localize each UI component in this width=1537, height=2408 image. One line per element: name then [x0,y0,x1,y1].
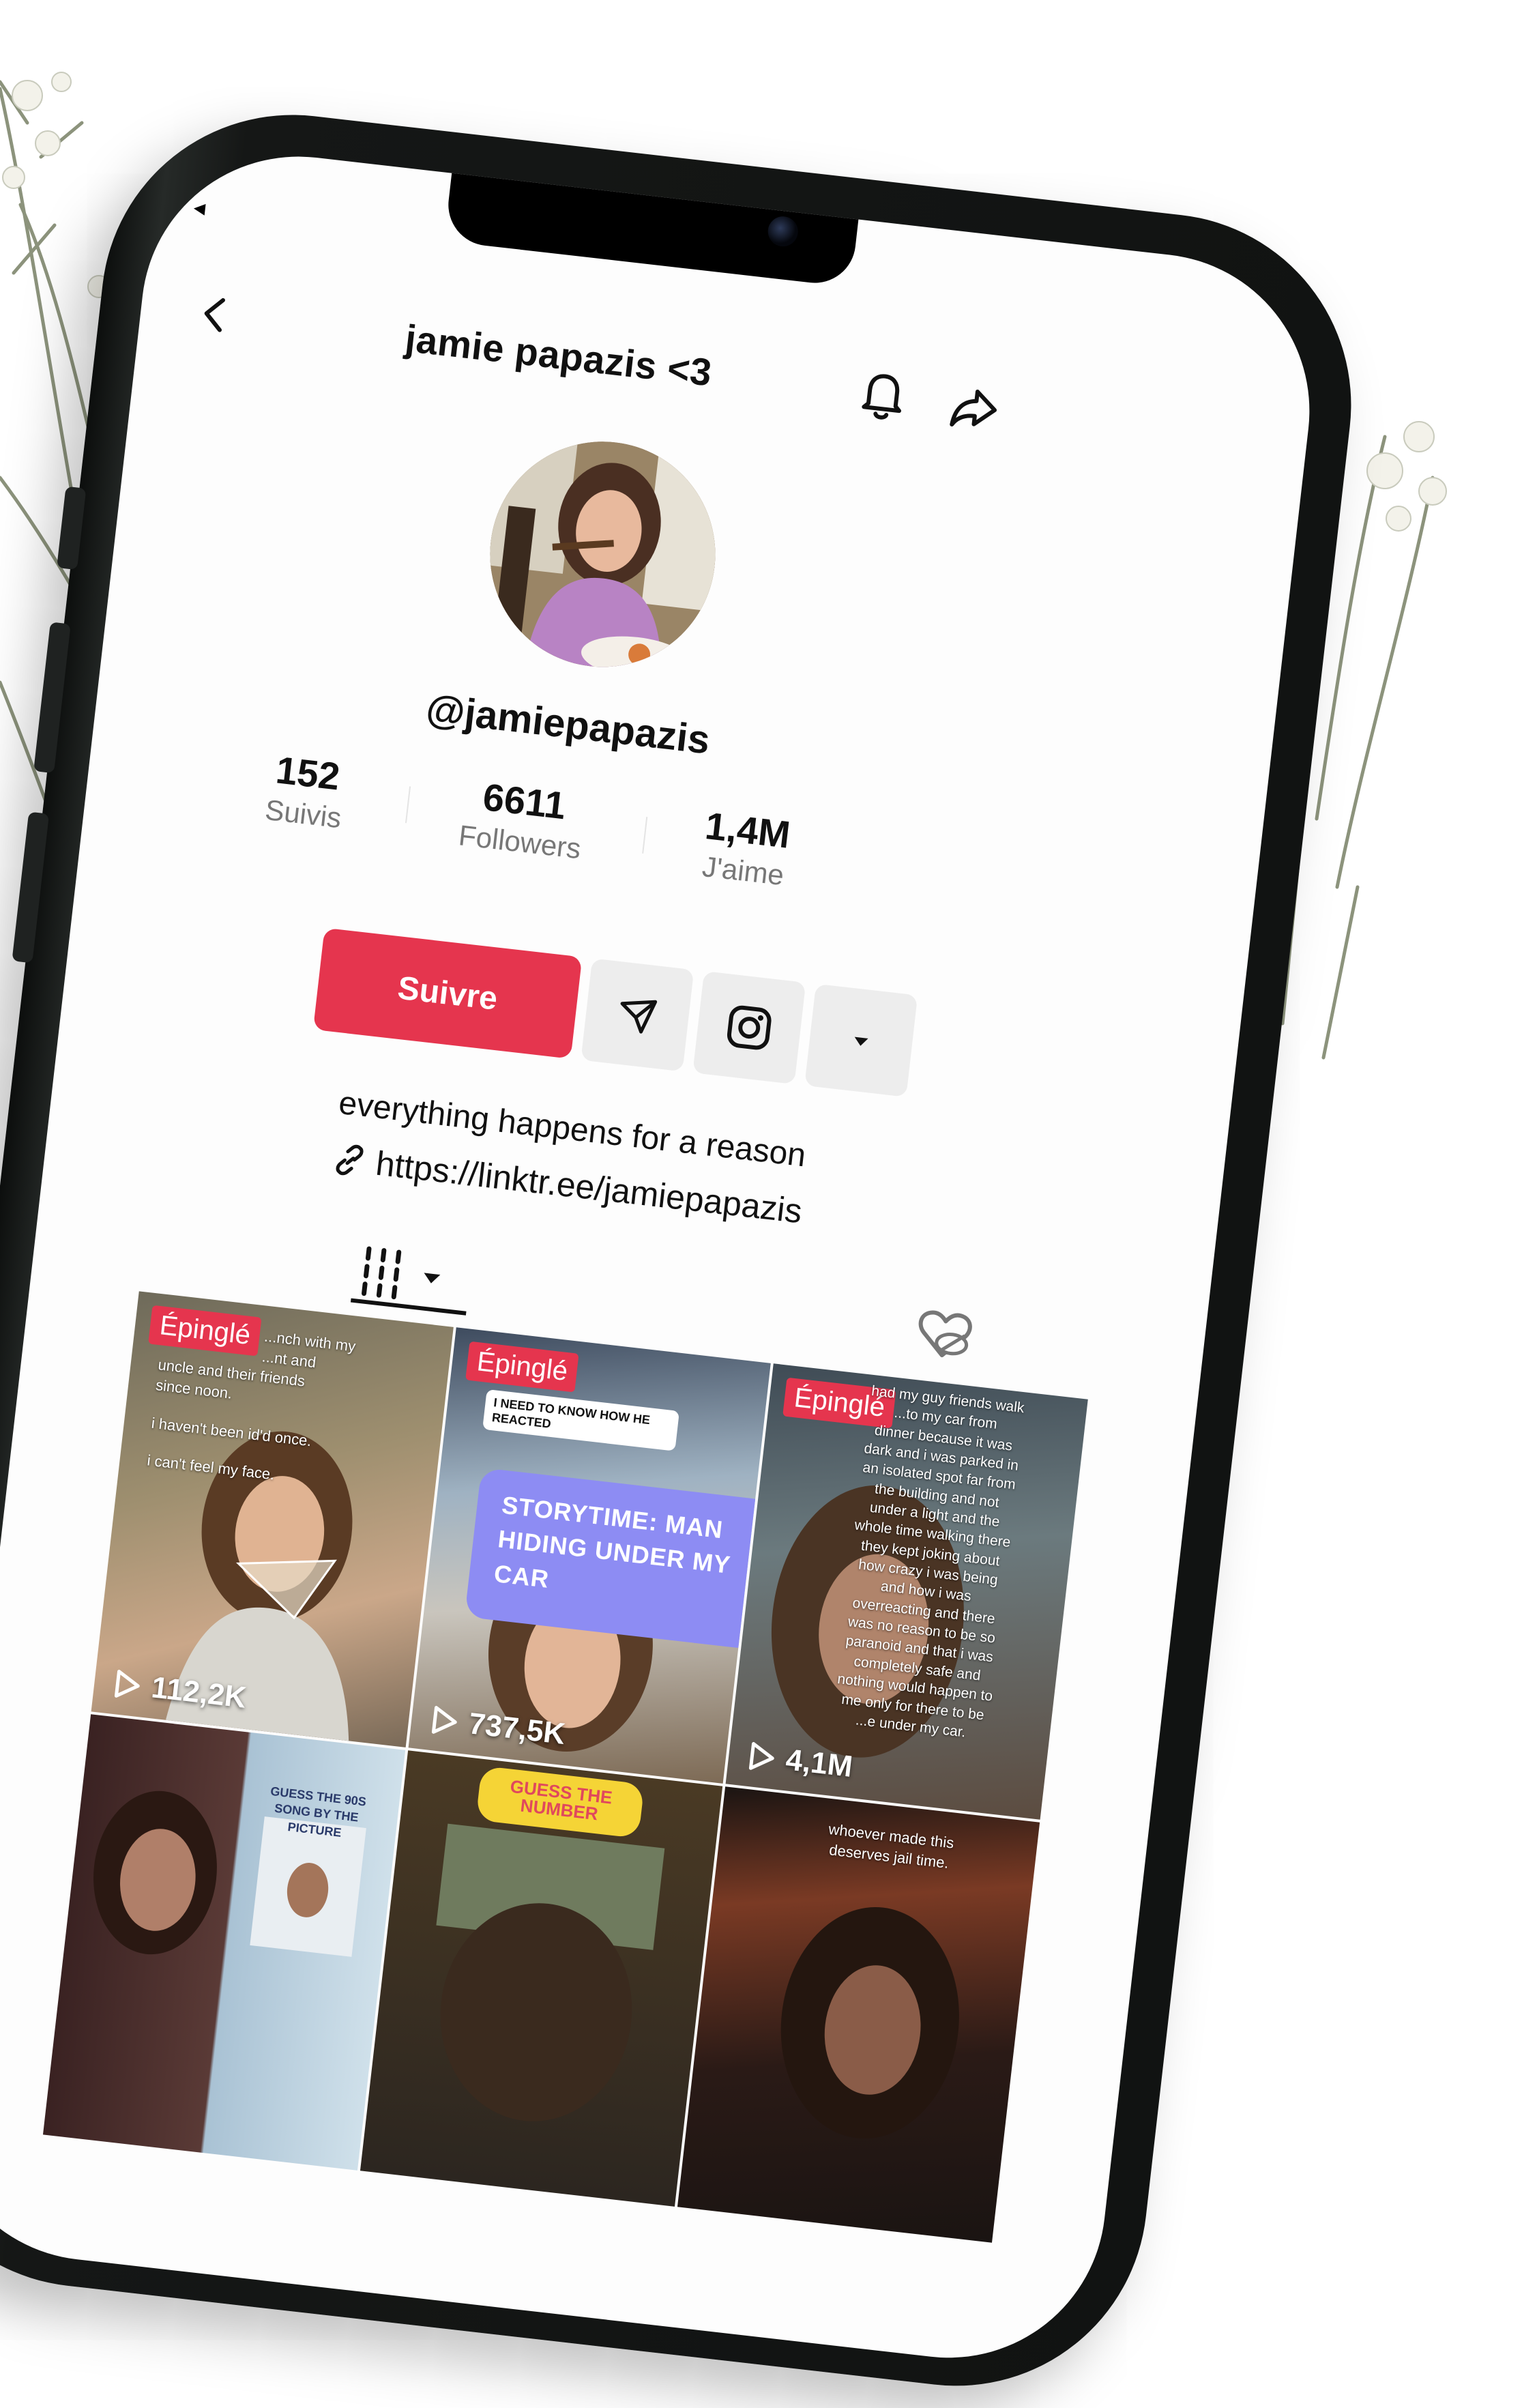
avatar[interactable] [478,429,728,679]
chevron-left-icon [204,298,225,332]
caret-down-icon [854,1036,868,1046]
profile-display-name: jamie papazis <3 [402,316,714,394]
front-camera [766,214,800,248]
send-icon [620,1000,658,1034]
caret-down-icon [424,1273,441,1283]
profile-handle: @jamiepapazis [424,686,712,763]
avatar-photo [478,429,728,679]
video-caption-overlay: ...nch with my ...nt and uncle and their… [146,1315,367,1494]
video-thumbnail[interactable]: GUESS THE 90S SONG BY THE PICTURE [42,1714,406,2171]
share-button[interactable] [944,377,1005,438]
video-thumbnail[interactable]: Épinglé ...nch with my ...nt and uncle a… [91,1291,454,1747]
video-thumbnail[interactable]: Épinglé had my guy friends walk ...to my… [725,1363,1088,1820]
stat-followers[interactable]: 6611 Followers [430,769,615,869]
video-thumbnail-image [93,1790,366,1957]
bell-icon [862,374,902,420]
message-button[interactable] [581,958,694,1072]
back-button[interactable] [193,292,238,337]
instagram-icon [727,1005,772,1050]
stat-following[interactable]: 152 Suivis [233,743,378,838]
play-icon [431,1706,457,1734]
phone-mockup: ◀ jamie papazis <3 @jamiepapazis 152 Sui… [0,94,1380,2407]
stat-divider [405,786,411,824]
stat-divider [642,817,648,854]
video-grid: Épinglé ...nch with my ...nt and uncle a… [23,1291,1088,2374]
link-icon [336,1144,364,1176]
instagram-button[interactable] [692,971,806,1085]
video-thumbnail[interactable]: Épinglé I NEED TO KNOW HOW HE REACTED ST… [408,1327,771,1784]
play-icon [114,1670,140,1698]
stat-likes[interactable]: 1,4M J'aime [667,800,825,896]
tab-liked-videos[interactable] [907,1297,982,1373]
more-dropdown-button[interactable] [804,983,918,1097]
share-arrow-icon [950,389,997,427]
video-thumbnail[interactable]: whoever made this deserves jail time. [677,1786,1040,2243]
follow-button[interactable]: Suivre [312,927,583,1059]
video-thumbnail[interactable]: GUESS THE NUMBER [360,1750,723,2207]
notifications-button[interactable] [853,364,913,424]
hidden-heart-icon [918,1310,972,1358]
video-caption-overlay: had my guy friends walk ...to my car fro… [794,1377,1064,1749]
play-icon [748,1742,774,1770]
status-bar-indicator: ◀ [192,199,207,218]
